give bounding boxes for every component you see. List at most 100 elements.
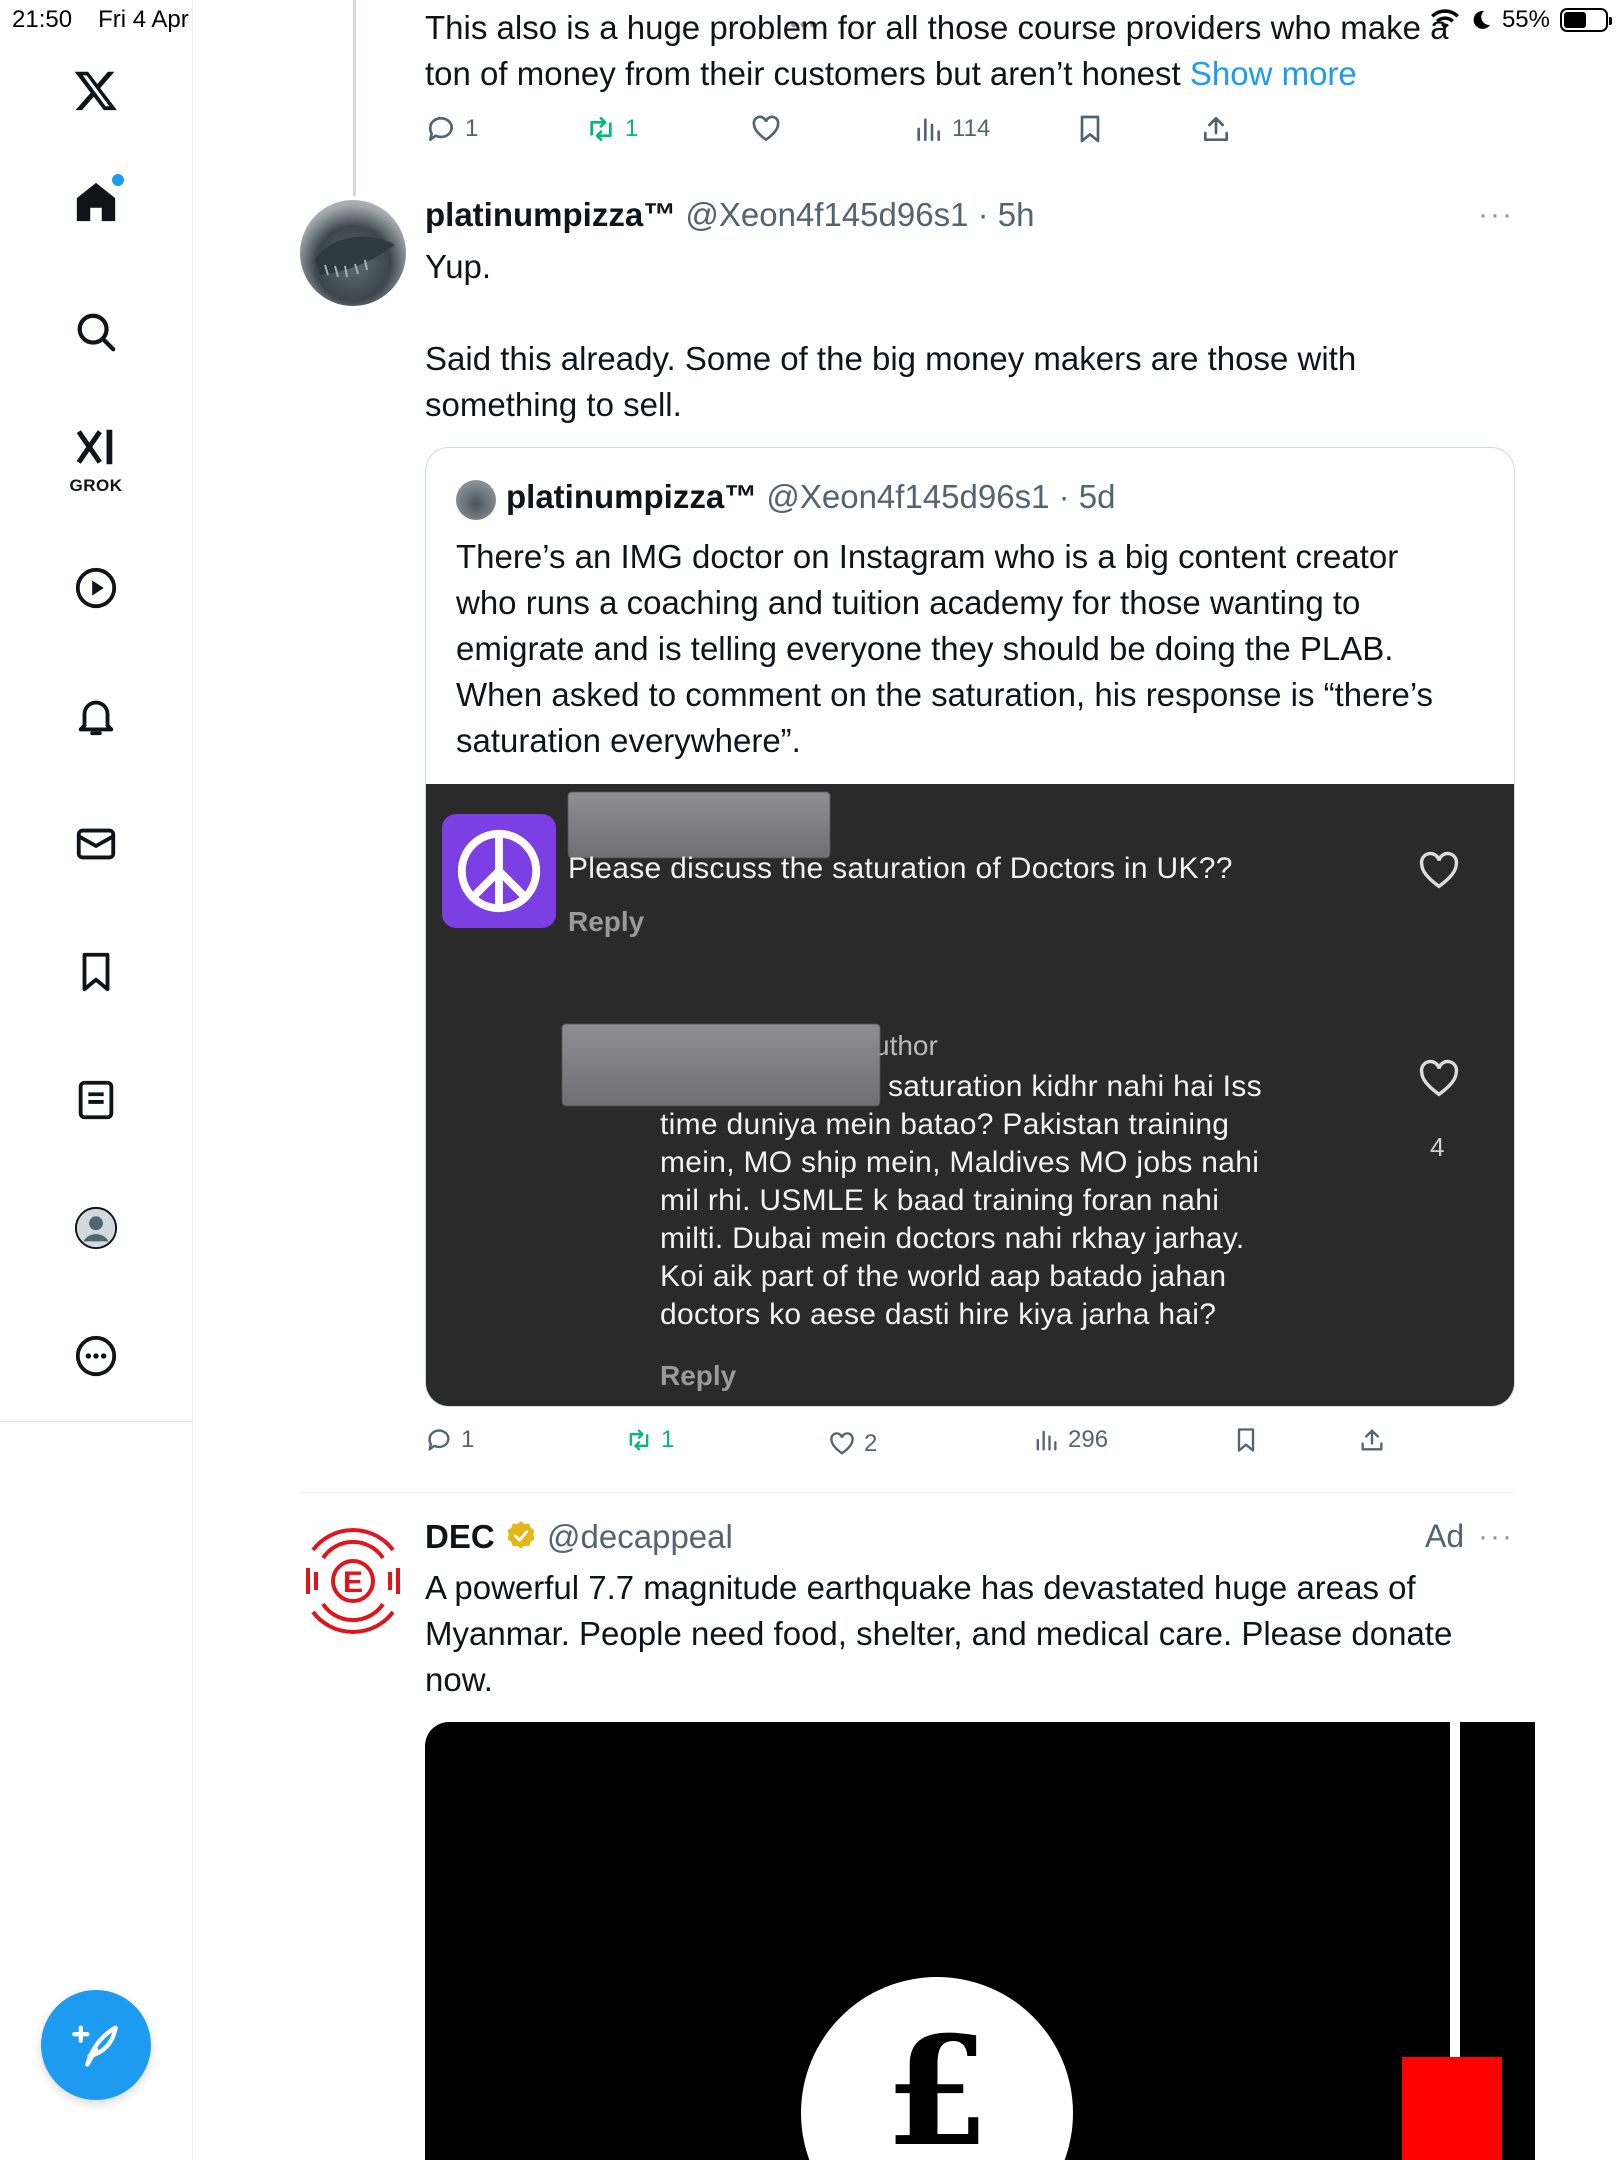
tweet2-reply-button[interactable]: 1: [425, 1426, 474, 1454]
quote-media-screenshot[interactable]: Please discuss the saturation of Doctors…: [426, 784, 1514, 1406]
screenshot-heart-icon: [1419, 1059, 1459, 1097]
tweet1-text: This also is a huge problem for all thos…: [425, 5, 1555, 97]
peace-avatar: [442, 814, 556, 928]
compose-icon: [72, 2025, 118, 2067]
search-icon[interactable]: [66, 302, 126, 362]
tweet1-share-button[interactable]: [1200, 113, 1232, 145]
screenshot-reply-line: mein, MO ship mein, Maldives MO jobs nah…: [660, 1146, 1260, 1179]
ad-text-line2: Myanmar. People need food, shelter, and …: [425, 1615, 1453, 1652]
pound-symbol: £: [884, 2004, 990, 2160]
dec-avatar[interactable]: E: [300, 1528, 406, 1634]
tweet1-reply-count: 1: [465, 115, 479, 142]
retweet-icon: [629, 1429, 649, 1451]
sidebar: GROK: [0, 0, 193, 2160]
bookmark-icon: [1080, 115, 1100, 143]
dec-logo-icon: E: [306, 1528, 400, 1634]
screenshot-comment1: Please discuss the saturation of Doctors…: [568, 852, 1233, 885]
media-coin: £: [801, 1977, 1073, 2160]
ad-handle[interactable]: @decappeal: [547, 1518, 733, 1555]
screenshot-reply-line: milti. Dubai mein doctors nahi rkhay jar…: [660, 1222, 1245, 1255]
quote-line: When asked to comment on the saturation,…: [456, 676, 1434, 713]
tweet2-views-button[interactable]: 296: [1032, 1426, 1108, 1454]
bookmark-icon: [1237, 1428, 1255, 1452]
grok-icon[interactable]: [66, 420, 126, 474]
feed-divider: [300, 1492, 1515, 1493]
tweet2-text-p2-line1: Said this already. Some of the big money…: [425, 340, 1357, 377]
reply-icon: [428, 116, 453, 141]
tweet2-more-icon[interactable]: ···: [1478, 198, 1514, 232]
screenshot-reply-line: doctors ko aese dasti hire kiya jarha ha…: [660, 1298, 1217, 1331]
quote-text: There’s an IMG doctor on Instagram who i…: [456, 534, 1506, 764]
ad-display-name[interactable]: DEC: [425, 1518, 495, 1555]
tweet1-views-button[interactable]: 114: [912, 113, 990, 145]
views-icon: [917, 118, 940, 141]
sidebar-divider: [0, 1421, 193, 1422]
ad-more-icon[interactable]: ···: [1478, 1520, 1514, 1554]
screenshot-reply-line: saturation kidhr nahi hai Iss: [888, 1070, 1262, 1103]
grok-label: GROK: [69, 476, 123, 495]
dot-separator: ·: [968, 196, 998, 233]
svg-text:E: E: [343, 1566, 363, 1599]
tweet1-reply-button[interactable]: 1: [425, 113, 478, 145]
tweet1-view-count: 114: [952, 115, 991, 142]
home-icon[interactable]: [66, 172, 126, 232]
quote-timestamp: 5d: [1078, 478, 1116, 515]
battery-icon: [1560, 8, 1612, 32]
ad-header: DEC @decappeal: [425, 1518, 733, 1556]
bell-icon[interactable]: [66, 686, 126, 746]
ad-media[interactable]: £: [425, 1722, 1535, 2160]
avatar[interactable]: [300, 200, 406, 306]
tweet2-retweet-count: 1: [661, 1426, 675, 1453]
tweet2-handle[interactable]: @Xeon4f145d96s1: [685, 196, 968, 233]
screenshot-reply-line: time duniya mein batao? Pakistan trainin…: [660, 1108, 1230, 1141]
screenshot-heart-icon: [1419, 851, 1459, 889]
screenshot-author-tag: uthor: [874, 1030, 938, 1061]
tweet2-display-name[interactable]: platinumpizza™: [425, 196, 676, 233]
play-icon[interactable]: [66, 558, 126, 618]
tweet2-like-button[interactable]: 2: [828, 1430, 877, 1458]
peace-icon: [457, 829, 541, 913]
bookmark-icon[interactable]: [66, 942, 126, 1002]
tweet2-like-count: 2: [864, 1430, 878, 1457]
home-notification-dot: [112, 174, 124, 186]
redacted-username: [568, 792, 830, 858]
ad-text-line1: A powerful 7.7 magnitude earthquake has …: [425, 1569, 1416, 1606]
share-icon: [1204, 117, 1228, 141]
profile-icon[interactable]: [66, 1198, 126, 1258]
tweet2-share-button[interactable]: [1358, 1426, 1386, 1454]
screenshot-reply-line: Koi aik part of the world aap batado jah…: [660, 1260, 1227, 1293]
tweet2-retweet-button[interactable]: 1: [625, 1426, 674, 1454]
tweet2-bookmark-button[interactable]: [1232, 1426, 1260, 1454]
reply-icon: [428, 1429, 450, 1451]
mail-icon[interactable]: [66, 814, 126, 874]
quote-display-name: platinumpizza™: [506, 478, 758, 515]
compose-button[interactable]: [41, 1990, 151, 2100]
quote-header: platinumpizza™ @Xeon4f145d96s1 · 5d: [506, 478, 1115, 516]
tweet1-bookmark-button[interactable]: [1074, 113, 1106, 145]
more-icon[interactable]: [66, 1326, 126, 1386]
share-icon: [1361, 1429, 1383, 1451]
heart-icon: [752, 115, 780, 142]
views-icon: [1036, 1430, 1057, 1451]
quote-line: emigrate and is telling everyone they sh…: [456, 630, 1394, 667]
tweet2-text-p1: Yup.: [425, 248, 492, 285]
tweet1-like-button[interactable]: [750, 113, 782, 145]
ad-label: Ad: [1425, 1518, 1465, 1554]
retweet-icon: [590, 117, 612, 141]
screenshot-reply2: Reply: [660, 1360, 737, 1391]
list-icon[interactable]: [66, 1070, 126, 1130]
screenshot-like-count: 4: [1430, 1132, 1445, 1162]
dot-separator: ·: [1049, 478, 1079, 515]
tweet2-view-count: 296: [1068, 1426, 1109, 1453]
tweet2-timestamp[interactable]: 5h: [998, 196, 1035, 233]
heart-icon: [830, 1432, 854, 1455]
avatar-image-icon: [315, 236, 395, 278]
tweet1-retweet-button[interactable]: 1: [585, 113, 638, 145]
x-logo-icon[interactable]: [66, 60, 126, 120]
tweet2-header: platinumpizza™ @Xeon4f145d96s1 · 5h: [425, 196, 1034, 234]
quote-tweet-card[interactable]: platinumpizza™ @Xeon4f145d96s1 · 5d Ther…: [425, 447, 1515, 1407]
ad-text: A powerful 7.7 magnitude earthquake has …: [425, 1565, 1535, 1703]
show-more-link[interactable]: Show more: [1190, 55, 1357, 92]
quote-handle: @Xeon4f145d96s1: [766, 478, 1050, 515]
tweet1-text-line2: ton of money from their customers but ar…: [425, 55, 1181, 92]
